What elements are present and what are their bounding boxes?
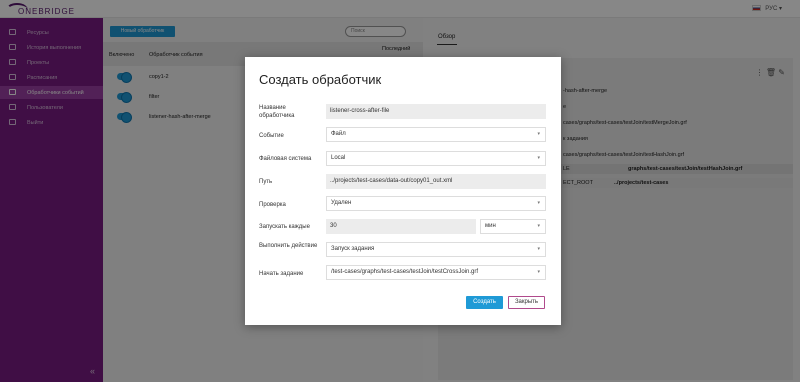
event-value: Файл [331,131,346,137]
chevron-down-icon: ▾ [537,223,540,229]
chevron-down-icon: ▾ [537,246,540,252]
chevron-down-icon: ▾ [537,131,540,137]
path-label: Путь [259,179,273,185]
name-label: Название обработчика [259,105,295,119]
event-select[interactable]: Файл ▾ [326,127,546,142]
filesystem-value: Local [331,155,346,161]
action-value: Запуск задания [331,246,375,252]
check-select[interactable]: Удален ▾ [326,196,546,211]
chevron-down-icon: ▾ [537,269,540,275]
name-input[interactable]: listener-cross-after-file [326,104,546,119]
job-value: /test-cases/graphs/test-cases/testJoin/t… [331,269,479,275]
chevron-down-icon: ▾ [537,155,540,161]
filesystem-label: Файловая система [259,156,312,162]
dialog-title: Создать обработчик [259,72,382,87]
create-button[interactable]: Создать [466,296,503,309]
action-select[interactable]: Запуск задания ▾ [326,242,546,257]
path-input[interactable]: ../projects/test-cases/data-out/copy01_o… [326,174,546,189]
unit-select[interactable]: мин ▾ [480,219,546,234]
close-button[interactable]: Закрыть [508,296,545,309]
event-label: Событие [259,133,284,139]
filesystem-select[interactable]: Local ▾ [326,151,546,166]
action-label: Выполнить действие [259,243,318,249]
check-label: Проверка [259,202,286,208]
create-listener-dialog: Создать обработчик Название обработчика … [245,57,561,325]
every-label: Запускать каждые [259,224,310,230]
job-select[interactable]: /test-cases/graphs/test-cases/testJoin/t… [326,265,546,280]
every-input[interactable]: 30 [326,219,476,234]
check-value: Удален [331,200,352,206]
unit-value: мин [485,223,496,229]
chevron-down-icon: ▾ [537,200,540,206]
job-label: Начать задание [259,271,304,277]
